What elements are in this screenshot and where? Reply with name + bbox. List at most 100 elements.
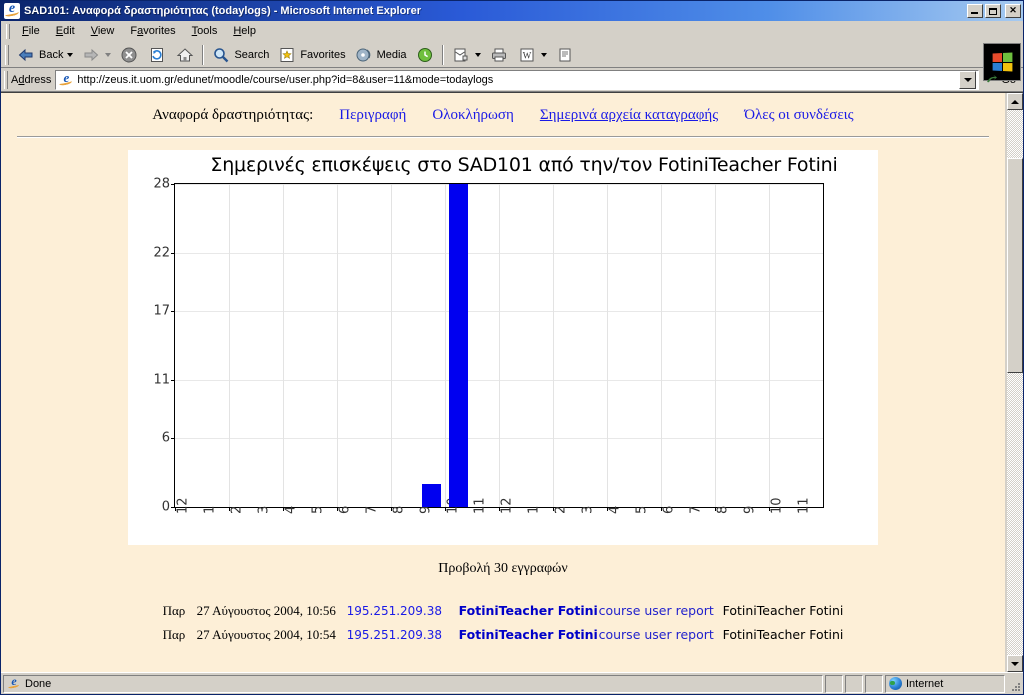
chart-gridline-vertical [337,184,338,507]
chart-gridline-vertical [445,184,446,507]
forward-button[interactable] [77,44,115,66]
maximize-button[interactable] [985,4,1001,18]
status-pane-2 [845,674,863,693]
x-axis-tick-label: 12 [175,497,190,514]
chevron-down-icon [963,77,972,82]
print-button[interactable] [485,44,513,66]
edit-button[interactable]: W [513,44,551,66]
y-axis-tick-label: 0 [161,499,170,515]
internet-explorer-icon: e [7,677,21,691]
address-bar: Address e http://zeus.it.uom.gr/edunet/m… [1,68,1023,92]
x-axis-tick-label: 5 [310,505,325,514]
log-user-link[interactable]: FotiniTeacher Fotini [459,603,599,618]
svg-text:W: W [522,50,531,60]
stop-button[interactable] [115,44,143,66]
x-axis-tick-label: 12 [499,497,514,514]
x-axis-tick-label: 7 [688,505,703,514]
scrollbar-thumb[interactable] [1007,158,1023,373]
discuss-icon [555,45,575,65]
back-arrow-icon [16,45,36,65]
title-bar: e SAD101: Αναφορά δραστηριότητας (todayl… [1,1,1023,21]
back-dropdown-icon[interactable] [67,52,74,57]
log-user-link[interactable]: FotiniTeacher Fotini [459,627,599,642]
x-axis-tick-label: 4 [283,505,298,514]
x-axis-tick-label: 6 [661,505,676,514]
activity-report-nav: Αναφορά δραστηριότητας: Περιγραφή Ολοκλή… [1,93,1005,124]
chart-gridline-vertical [769,184,770,507]
y-axis-tick [171,310,175,312]
menu-item-tools[interactable]: Tools [184,23,226,39]
mail-dropdown-icon[interactable] [474,52,481,57]
toolbar-separator [202,44,205,65]
log-ip-link[interactable]: 195.251.209.38 [347,604,459,618]
search-button[interactable]: Search [207,44,273,66]
word-edit-icon: W [517,45,537,65]
y-axis-tick [171,437,175,439]
mail-button[interactable] [447,44,485,66]
nav-link-outline[interactable]: Περιγραφή [339,107,406,124]
activity-report-label: Αναφορά δραστηριότητας: [152,107,314,123]
media-button[interactable]: Media [350,44,411,66]
y-axis-tick [171,253,175,255]
nav-link-alllogs[interactable]: Όλες οι συνδέσεις [744,107,853,124]
menu-item-file[interactable]: File [14,23,48,39]
address-dropdown-button[interactable] [959,70,977,89]
search-icon [211,45,231,65]
web-page: Αναφορά δραστηριότητας: Περιγραφή Ολοκλή… [1,93,1006,672]
address-input[interactable]: e http://zeus.it.uom.gr/edunet/moodle/co… [55,69,980,90]
security-zone-pane: Internet [885,674,1005,693]
internet-explorer-icon: e [4,3,20,19]
window-title: SAD101: Αναφορά δραστηριότητας (todaylog… [24,5,421,17]
menu-item-help[interactable]: Help [225,23,264,39]
menu-item-view[interactable]: View [83,23,123,39]
nav-link-complete[interactable]: Ολοκλήρωση [432,107,513,124]
printer-icon [489,45,509,65]
x-axis-tick-label: 7 [364,505,379,514]
nav-link-todaylogs[interactable]: Σημερινά αρχεία καταγραφής [540,107,718,124]
minimize-button[interactable] [967,4,983,18]
forward-dropdown-icon[interactable] [105,52,112,57]
chart-plot-area: 0611172228121234567891011121234567891011 [153,177,824,515]
close-button[interactable]: ✕ [1005,4,1021,18]
vertical-scrollbar[interactable] [1006,93,1023,672]
log-action-link[interactable]: course user report [599,627,723,642]
log-action-link[interactable]: course user report [599,603,723,618]
menu-item-edit[interactable]: Edit [48,23,83,39]
go-arrow-icon [985,73,999,87]
status-pane-3 [865,674,883,693]
chart-gridline-vertical [715,184,716,507]
x-axis-tick-label: 2 [553,505,568,514]
favorites-button[interactable]: Favorites [273,44,349,66]
chart-gridline-vertical [391,184,392,507]
history-button[interactable] [411,44,439,66]
discuss-button[interactable] [551,44,579,66]
chart-gridline-vertical [499,184,500,507]
resize-grip[interactable] [1007,676,1021,692]
back-button[interactable]: Back [12,44,77,66]
toolbar-separator-2 [441,44,444,65]
log-date: 27 Αύγουστος 2004, 10:54 [196,627,336,642]
chart-bar [448,184,469,507]
refresh-icon [147,45,167,65]
x-axis-tick-label: 8 [715,505,730,514]
scroll-up-button[interactable] [1007,93,1023,110]
table-row: Παρ 27 Αύγουστος 2004, 10:54 195.251.209… [1,623,1005,647]
scroll-down-button[interactable] [1007,655,1023,672]
edit-dropdown-icon[interactable] [540,52,547,57]
chart-title: Σημερινές επισκέψεις στο SAD101 από την/… [210,154,838,176]
log-ip-link[interactable]: 195.251.209.38 [347,628,459,642]
media-icon [354,45,374,65]
x-axis-tick-label: 1 [202,505,217,514]
home-button[interactable] [171,44,199,66]
scrollbar-track[interactable] [1007,110,1023,655]
menu-gripper[interactable] [6,23,10,39]
address-gripper[interactable] [4,70,8,89]
stop-icon [119,45,139,65]
refresh-button[interactable] [143,44,171,66]
toolbar-gripper[interactable] [5,44,9,65]
menu-item-favorites[interactable]: Favorites [122,23,183,39]
status-bar: e Done Internet [1,672,1023,694]
chart-gridline-vertical [661,184,662,507]
records-count-label: Προβολή 30 εγγραφών [438,561,568,576]
y-axis-tick-label: 6 [161,430,170,446]
